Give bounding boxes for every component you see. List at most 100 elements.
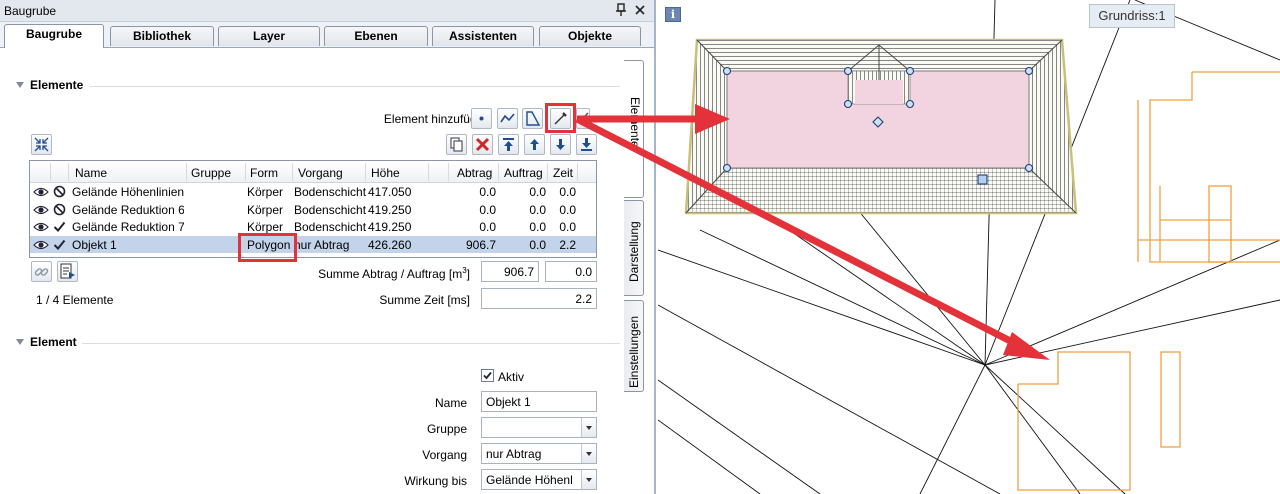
element-hinzufuegen-label: Element hinzufügen [383, 112, 490, 126]
elements-table: Name Gruppe Form Vorgang Höhe Abtrag Auf… [29, 160, 597, 258]
polyline-icon [500, 113, 515, 123]
move-down-button[interactable] [550, 134, 571, 155]
link-button[interactable] [31, 261, 52, 282]
summe-abtrag-field[interactable]: 906.7 [481, 261, 539, 282]
col-name[interactable]: Name [75, 166, 107, 180]
col-hoehe[interactable]: Höhe [371, 166, 400, 180]
chevron-down-icon[interactable] [581, 470, 596, 489]
chevron-down-icon[interactable] [581, 444, 596, 463]
cell-zeit: 0.0 [559, 185, 576, 199]
cell-vorgang: Bodenschicht [294, 185, 366, 199]
element-section-header[interactable]: Element [0, 333, 620, 355]
side-tab-elemente[interactable]: Elemente [624, 60, 644, 198]
side-tab-darstellung[interactable]: Darstellung [624, 200, 644, 296]
cell-form: Körper [247, 185, 284, 199]
check-icon [483, 371, 492, 380]
wirkung-bis-select[interactable]: Gelände Höhenl [481, 469, 597, 490]
cell-form: Körper [247, 202, 284, 217]
check-icon[interactable] [53, 220, 66, 236]
top-tab-bar: Baugrube Bibliothek Layer Ebenen Assiste… [0, 22, 654, 48]
add-point-button[interactable] [471, 108, 492, 129]
no-icon[interactable] [53, 185, 66, 201]
cell-vorgang: Bodenschicht [294, 220, 366, 234]
move-bottom-button[interactable] [576, 134, 597, 155]
eye-icon[interactable] [33, 204, 49, 219]
move-up-button[interactable] [524, 134, 545, 155]
delete-button[interactable] [472, 134, 493, 155]
element-count: 1 / 4 Elemente [36, 293, 114, 307]
move-up-icon [530, 139, 539, 150]
check-icon[interactable] [53, 238, 66, 254]
wirkung-bis-label: Wirkung bis [404, 474, 467, 488]
summe-auftrag-field[interactable]: 0.0 [545, 261, 597, 282]
col-abtrag[interactable]: Abtrag [457, 166, 492, 180]
summe-zeit-field[interactable]: 2.2 [481, 288, 597, 309]
chain-link-icon [34, 268, 49, 276]
col-auftrag[interactable]: Auftrag [504, 166, 543, 180]
elemente-section-header[interactable]: Elemente [0, 76, 620, 98]
move-top-icon [503, 138, 514, 151]
gruppe-select[interactable] [481, 417, 597, 438]
add-polygon-button[interactable] [522, 108, 543, 129]
tab-objekte[interactable]: Objekte [539, 26, 641, 46]
aktiv-label: Aktiv [498, 370, 525, 384]
vorgang-label: Vorgang [422, 448, 467, 462]
tab-baugrube[interactable]: Baugrube [4, 24, 104, 48]
col-zeit[interactable]: Zeit [553, 166, 573, 180]
table-row[interactable]: Gelände Reduktion 7 Körper Bodenschicht 419… [30, 218, 596, 235]
cell-name: Gelände Reduktion 7 [72, 220, 184, 234]
copy-button[interactable] [446, 134, 467, 155]
collapse-arrows-icon [34, 137, 49, 152]
cell-abtrag: 0.0 [479, 202, 496, 217]
no-icon[interactable] [53, 203, 66, 219]
polygon-icon [526, 111, 541, 126]
drawing-canvas[interactable] [658, 0, 1280, 494]
cell-name: Gelände Höhenlinien [72, 185, 184, 199]
report-icon [60, 263, 75, 279]
move-down-icon [556, 139, 565, 150]
vorgang-value: nur Abtrag [486, 447, 542, 461]
cell-name: Objekt 1 [72, 237, 117, 252]
add-polyline-button[interactable] [497, 108, 518, 129]
aktiv-checkbox[interactable] [481, 369, 494, 382]
hatched-roof-polygon[interactable] [684, 38, 1078, 215]
tab-assistenten[interactable]: Assistenten [432, 26, 534, 46]
col-gruppe[interactable]: Gruppe [191, 166, 231, 180]
cell-hoehe: 419.250 [368, 220, 412, 234]
view-label[interactable]: Grundriss:1 [1089, 4, 1175, 28]
tab-bibliothek[interactable]: Bibliothek [110, 26, 214, 46]
summe-zeit-label: Summe Zeit [ms] [379, 293, 470, 307]
eye-icon[interactable] [33, 221, 49, 236]
col-form[interactable]: Form [250, 166, 278, 180]
info-icon[interactable]: i [665, 7, 681, 22]
close-icon[interactable] [633, 3, 647, 18]
edit-element-button[interactable] [576, 108, 590, 129]
vorgang-select[interactable]: nur Abtrag [481, 443, 597, 464]
cell-auftrag: 0.0 [529, 185, 546, 199]
pin-icon[interactable] [614, 3, 628, 18]
eye-icon[interactable] [33, 239, 49, 254]
table-row[interactable]: Gelände Reduktion 6 Körper Bodenschicht 419… [30, 201, 596, 218]
tab-layer[interactable]: Layer [218, 26, 320, 46]
fit-view-button[interactable] [31, 134, 52, 155]
highlight-polygon-cell [238, 233, 297, 262]
side-tab-elemente-label: Elemente [628, 97, 642, 148]
tab-ebenen[interactable]: Ebenen [324, 26, 428, 46]
delete-icon [475, 137, 490, 152]
table-row[interactable]: Objekt 1 Polygon nur Abtrag 426.260 906.7 0.0… [30, 235, 596, 254]
side-tab-darstellung-label: Darstellung [627, 221, 641, 282]
move-top-button[interactable] [498, 134, 519, 155]
col-vorgang[interactable]: Vorgang [298, 166, 343, 180]
table-row[interactable]: Gelände Höhenlinien Körper Bodenschicht 417… [30, 183, 596, 200]
cell-abtrag: 0.0 [479, 220, 496, 234]
cell-hoehe: 426.260 [368, 237, 412, 252]
name-input[interactable]: Objekt 1 [481, 391, 597, 412]
gruppe-label: Gruppe [426, 422, 467, 436]
cell-form: Körper [247, 220, 284, 234]
eye-icon[interactable] [33, 186, 49, 201]
chevron-down-icon[interactable] [581, 418, 596, 437]
cell-zeit: 0.0 [559, 220, 576, 234]
side-tab-einstellungen-label: Einstellungen [627, 315, 641, 388]
report-button[interactable] [57, 261, 78, 282]
side-tab-einstellungen[interactable]: Einstellungen [624, 300, 644, 392]
